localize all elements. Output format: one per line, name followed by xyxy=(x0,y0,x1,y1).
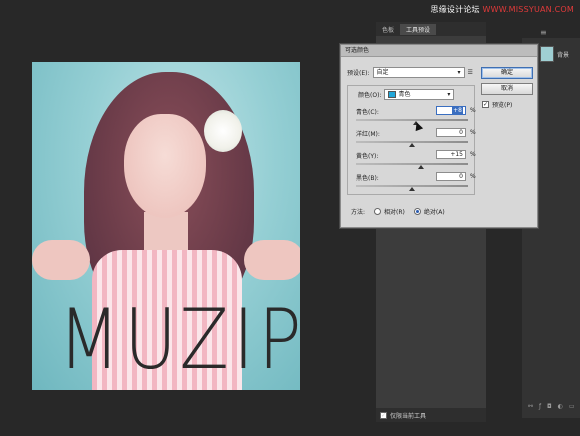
slider-track[interactable] xyxy=(356,119,468,121)
yellow-value-input[interactable]: +15 xyxy=(436,150,466,159)
percent-sign: % xyxy=(470,107,476,114)
method-label: 方法: xyxy=(351,209,366,216)
watermark-prefix: 思缘设计论坛 xyxy=(430,5,480,14)
method-absolute-label: 绝对(A) xyxy=(423,209,445,216)
selective-color-dialog: 可选颜色 预设(E): 自定 ▾ ☰ 确定 取消 ✓ 预览(P) 颜色(O): … xyxy=(340,44,538,228)
cancel-button[interactable]: 取消 xyxy=(481,83,533,95)
photo-brand-text: MUZIPR xyxy=(58,291,300,388)
cyan-swatch xyxy=(388,91,397,98)
slider-knob[interactable] xyxy=(417,165,424,169)
slider-value: +15 xyxy=(450,151,463,158)
chevron-down-icon: ▾ xyxy=(457,69,461,76)
method-relative-radio[interactable] xyxy=(374,208,382,215)
slider-label: 青色(C): xyxy=(356,109,379,116)
tab-tool-presets[interactable]: 工具预设 xyxy=(400,23,437,35)
watermark-suffix: WWW.MISSYUAN.COM xyxy=(482,5,574,14)
method-relative-label: 相对(R) xyxy=(384,209,405,216)
layers-footer-icons: ⚯ ƒ ◘ ◐ ▭ xyxy=(528,403,577,410)
link-icon[interactable]: ⚯ xyxy=(528,403,535,410)
mask-icon[interactable]: ◘ xyxy=(547,403,554,410)
slider-value: 0 xyxy=(459,173,463,180)
percent-sign: % xyxy=(470,173,476,180)
slider-label: 黄色(Y): xyxy=(356,153,379,160)
slider-track[interactable] xyxy=(356,163,468,165)
layer-thumbnail xyxy=(540,46,554,62)
dialog-title[interactable]: 可选颜色 xyxy=(341,45,537,57)
method-absolute-radio[interactable] xyxy=(413,208,421,215)
chevron-down-icon: ▾ xyxy=(447,91,451,98)
layer-name: 背景 xyxy=(557,51,570,59)
ok-button[interactable]: 确定 xyxy=(481,67,533,79)
color-select[interactable]: 青色 ▾ xyxy=(384,89,455,100)
preset-select[interactable]: 自定 ▾ xyxy=(372,67,465,78)
slider-knob[interactable] xyxy=(409,143,415,147)
panel-menu-icon[interactable]: ≡ xyxy=(540,28,547,37)
panel-tabs: 色板 工具预设 xyxy=(376,22,486,36)
current-tool-only-checkbox[interactable]: ✓ xyxy=(380,411,387,419)
preset-row: 预设(E): 自定 ▾ ☰ xyxy=(347,67,473,78)
layer-row-background[interactable]: 背景 xyxy=(540,44,578,64)
adjustment-icon[interactable]: ◐ xyxy=(558,403,565,410)
fx-icon[interactable]: ƒ xyxy=(539,403,543,410)
photo-face xyxy=(124,114,206,218)
color-label: 颜色(O): xyxy=(358,92,382,99)
site-watermark: 思缘设计论坛 WWW.MISSYUAN.COM xyxy=(431,4,574,15)
color-row: 颜色(O): 青色 ▾ xyxy=(358,89,455,100)
slider-value: 0 xyxy=(459,129,463,136)
preset-value: 自定 xyxy=(376,69,389,76)
tab-swatches[interactable]: 色板 xyxy=(382,25,394,34)
cyan-value-input[interactable]: +8 xyxy=(436,106,466,115)
percent-sign: % xyxy=(470,129,476,136)
folder-icon[interactable]: ▭ xyxy=(569,403,577,410)
photo-neck xyxy=(144,212,188,252)
slider-label: 黑色(B): xyxy=(356,175,379,182)
color-value: 青色 xyxy=(398,91,411,98)
black-value-input[interactable]: 0 xyxy=(436,172,466,181)
current-tool-only-label: 仅限当前工具 xyxy=(390,412,427,420)
photo-arm-left xyxy=(32,240,90,280)
magenta-value-input[interactable]: 0 xyxy=(436,128,466,137)
preset-options-icon[interactable]: ☰ xyxy=(468,69,473,76)
preview-row: ✓ 预览(P) xyxy=(482,100,512,109)
preview-label: 预览(P) xyxy=(492,102,513,109)
panel-footer: ✓ 仅限当前工具 xyxy=(376,408,486,422)
preset-label: 预设(E): xyxy=(347,70,370,77)
method-row: 方法: 相对(R) 绝对(A) xyxy=(351,207,445,216)
slider-knob[interactable] xyxy=(409,187,415,191)
canvas-photo[interactable]: MUZIPR xyxy=(32,62,300,390)
photo-flower xyxy=(204,110,242,152)
color-adjust-group: 颜色(O): 青色 ▾ 青色(C): +8 % 洋红(M): 0 % 黄色(Y)… xyxy=(347,85,476,195)
preview-checkbox[interactable]: ✓ xyxy=(482,101,489,108)
slider-label: 洋红(M): xyxy=(356,131,380,138)
photo-arm-right xyxy=(244,240,300,280)
slider-value: +8 xyxy=(452,107,463,114)
percent-sign: % xyxy=(470,151,476,158)
